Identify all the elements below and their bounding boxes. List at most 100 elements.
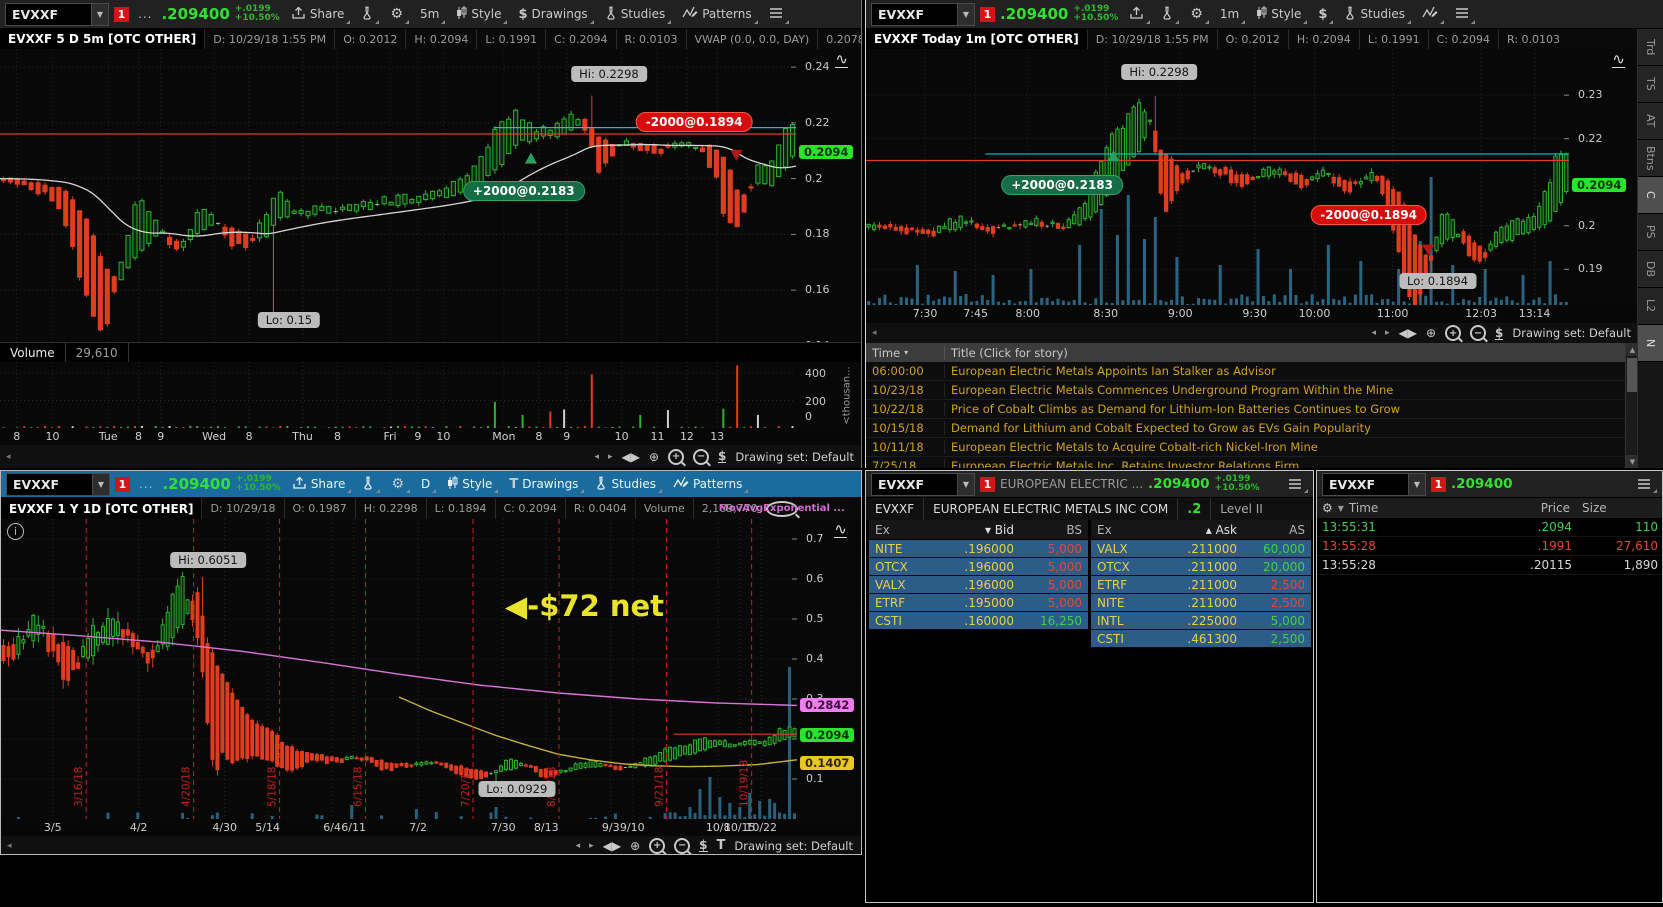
studies-button[interactable]: Studies [589, 471, 662, 497]
dollar-icon[interactable]: $ [1312, 0, 1334, 28]
news-row[interactable]: 10/22/18 Price of Cobalt Climbs as Demand… [866, 400, 1639, 419]
scroll-left-icon[interactable]: ◂ [6, 452, 11, 462]
study-label[interactable]: MovAvgExponential ... [719, 500, 845, 517]
zoom-out-icon[interactable]: − [674, 837, 691, 854]
menu-icon[interactable] [1631, 471, 1657, 497]
step-right-icon[interactable]: ▸ [1385, 327, 1390, 339]
patterns-icon[interactable] [1416, 0, 1444, 28]
step-right-icon[interactable]: ▸ [608, 451, 613, 463]
symbol-input[interactable]: EVXXF ▼ [5, 2, 109, 26]
news-title[interactable]: European Electric Metals Inc. Retains In… [945, 459, 1639, 468]
menu-icon[interactable] [763, 0, 789, 28]
gear-icon[interactable]: ⚙ [384, 0, 409, 28]
crosshair-icon[interactable]: ⊕ [1426, 327, 1436, 339]
news-title[interactable]: European Electric Metals to Acquire Coba… [945, 440, 1639, 454]
symbol-input[interactable]: EVXXF ▼ [871, 2, 975, 26]
patterns-button[interactable]: Patterns [676, 0, 759, 28]
drawings-button[interactable]: $ Drawings [512, 0, 594, 28]
more-button[interactable]: ... [135, 477, 157, 491]
news-title[interactable]: Demand for Lithium and Cobalt Expected t… [945, 421, 1639, 435]
price-header[interactable]: ▾ Bid [957, 523, 1014, 537]
flask-icon[interactable] [355, 0, 380, 28]
news-time-header[interactable]: Time ▾ [866, 345, 945, 360]
price-header[interactable]: ▴ Ask [1179, 523, 1237, 537]
chevron-down-icon[interactable]: ▼ [1338, 504, 1344, 513]
zoom-in-icon[interactable]: + [649, 837, 666, 854]
info-icon[interactable]: i [7, 523, 24, 540]
news-title[interactable]: Price of Cobalt Climbs as Demand for Lit… [945, 402, 1639, 416]
scroll-left-icon[interactable]: ◂ [7, 841, 12, 851]
tab-btns[interactable]: Btns [1638, 140, 1663, 177]
patterns-button[interactable]: Patterns [667, 471, 749, 497]
gear-icon[interactable]: ⚙ [1184, 0, 1209, 28]
drawing-set-selector[interactable]: Drawing set: Default [735, 450, 854, 464]
size-header[interactable]: Size [1570, 501, 1662, 515]
tab-db[interactable]: DB [1638, 251, 1663, 288]
chevron-down-icon[interactable]: ▼ [92, 473, 109, 495]
news-title[interactable]: European Electric Metals Commences Under… [945, 383, 1639, 397]
tab-ps[interactable]: PS [1638, 214, 1663, 251]
alert-badge[interactable]: 1 [1431, 476, 1446, 492]
chart-style-icon[interactable]: ∿ [834, 522, 847, 538]
step-left-icon[interactable]: ◂ [1371, 327, 1376, 339]
tab-ts[interactable]: TS [1638, 66, 1663, 103]
price-chart-1d[interactable]: i 3/16/184/20/185/18/186/15/187/20/188/1… [1, 519, 861, 819]
price-link-icon[interactable]: $ [1495, 327, 1504, 340]
news-row[interactable]: 7/25/18 European Electric Metals Inc. Ret… [866, 457, 1639, 468]
style-button[interactable]: Style [441, 471, 499, 497]
news-row[interactable]: 10/15/18 Demand for Lithium and Cobalt Ex… [866, 419, 1639, 438]
flask-icon[interactable] [356, 471, 381, 497]
zoom-out-icon[interactable]: − [1470, 325, 1487, 341]
crosshair-icon[interactable]: ⊕ [630, 840, 640, 852]
drawing-set-selector[interactable]: Drawing set: Default [1512, 326, 1631, 340]
exchange-header[interactable]: Ex [869, 523, 957, 537]
price-link-icon[interactable]: $ [699, 839, 708, 852]
share-icon[interactable] [1123, 0, 1151, 28]
step-left-icon[interactable]: ◂ [594, 451, 599, 463]
news-row[interactable]: 10/23/18 European Electric Metals Commenc… [866, 381, 1639, 400]
menu-icon[interactable] [1282, 471, 1308, 497]
more-button[interactable]: ... [134, 7, 156, 21]
alert-badge[interactable]: 1 [114, 6, 129, 22]
zoom-in-icon[interactable]: + [668, 448, 685, 465]
tab-l2[interactable]: L2 [1638, 288, 1663, 325]
1m-button[interactable]: 1m [1214, 0, 1246, 28]
share-button[interactable]: Share [286, 471, 352, 497]
crosshair-icon[interactable]: ⊕ [649, 451, 659, 463]
drawings-button[interactable]: T Drawings [503, 471, 585, 497]
alert-badge[interactable]: 1 [980, 476, 995, 492]
chart-style-icon[interactable]: ∿ [835, 52, 848, 68]
news-row[interactable]: 06:00:00 European Electric Metals Appoint… [866, 362, 1639, 381]
symbol-input[interactable]: EVXXF ▼ [871, 472, 975, 496]
step-left-icon[interactable]: ◂ [576, 840, 581, 852]
time-header[interactable]: Time [1349, 501, 1378, 515]
pan-icon[interactable]: ◀▶ [603, 840, 621, 852]
price-chart-5m[interactable]: 0.240.220.20.180.160.14Hi: 0.2298-2000@0… [0, 49, 861, 342]
drawing-set-selector[interactable]: Drawing set: Default [734, 839, 853, 853]
volume-subchart[interactable]: <thousan... 400 200 0 [0, 362, 861, 428]
pan-icon[interactable]: ◀▶ [622, 451, 640, 463]
tab-c[interactable]: C [1638, 177, 1663, 214]
tab-at[interactable]: AT [1638, 103, 1663, 140]
chevron-down-icon[interactable]: ▼ [91, 3, 108, 25]
price-header[interactable]: Price [1472, 501, 1570, 515]
price-link-icon[interactable]: $ [718, 450, 727, 463]
studies-button[interactable]: Studies [1338, 0, 1411, 28]
alert-badge[interactable]: 1 [980, 6, 995, 22]
size-header[interactable]: BS [1014, 523, 1088, 537]
news-title[interactable]: European Electric Metals Appoints Ian St… [945, 364, 1639, 378]
zoom-out-icon[interactable]: − [693, 448, 710, 465]
price-chart-1m[interactable]: 0.230.220.20.190.18Hi: 0.2298+2000@0.218… [866, 49, 1639, 305]
style-button[interactable]: Style [1250, 0, 1308, 28]
symbol-input[interactable]: EVXXF ▼ [1322, 472, 1426, 496]
chevron-down-icon[interactable]: ▼ [957, 473, 974, 495]
text-tool-icon[interactable]: T [717, 839, 726, 852]
news-title-header[interactable]: Title (Click for story) [945, 346, 1639, 360]
style-button[interactable]: Style [450, 0, 508, 28]
step-right-icon[interactable]: ▸ [589, 840, 594, 852]
symbol-input[interactable]: EVXXF ▼ [6, 472, 110, 496]
gear-icon[interactable]: ⚙ [1322, 501, 1333, 515]
tab-trd[interactable]: Trd [1638, 29, 1663, 66]
share-button[interactable]: Share [285, 0, 351, 28]
exchange-header[interactable]: Ex [1091, 523, 1179, 537]
